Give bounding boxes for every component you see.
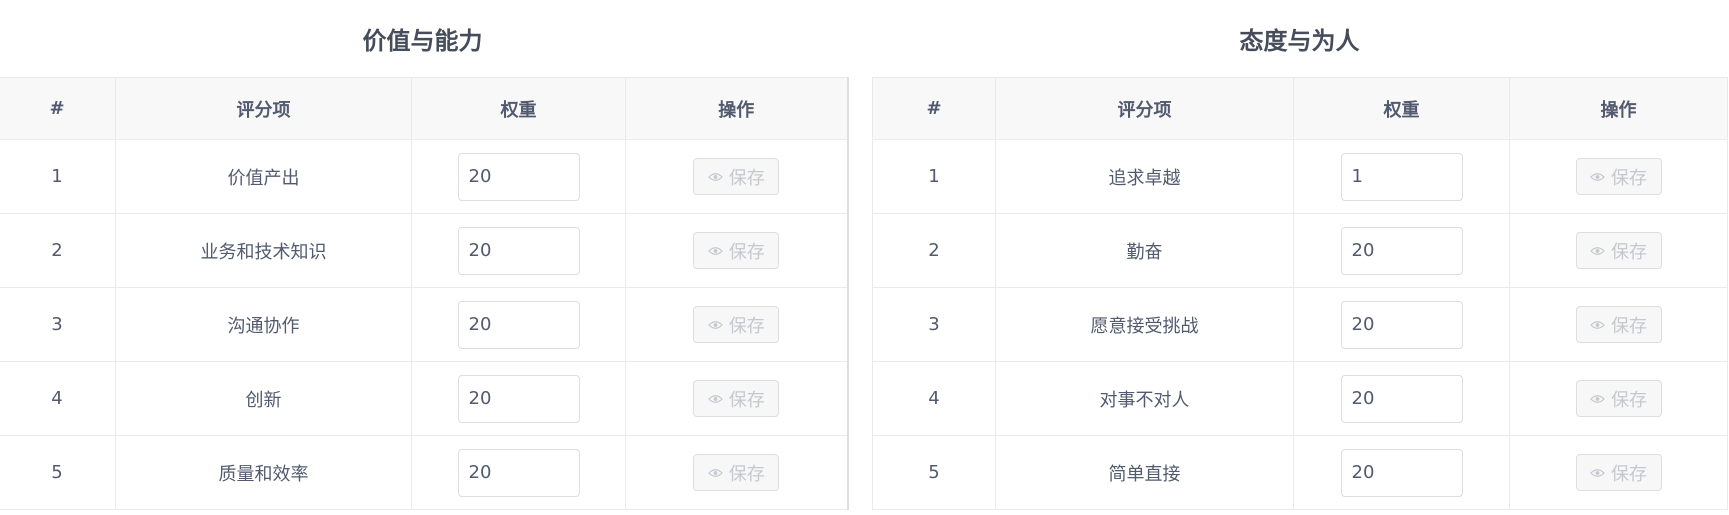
- column-header-index: #: [872, 77, 996, 140]
- save-button[interactable]: 保存: [693, 380, 780, 417]
- eye-icon: [1590, 246, 1605, 255]
- table-row: 4 对事不对人 保存: [872, 361, 1728, 436]
- weight-input[interactable]: [1340, 226, 1463, 275]
- row-item: 追求卓越: [995, 139, 1294, 214]
- weight-input[interactable]: [457, 374, 580, 423]
- row-index: 4: [872, 361, 996, 436]
- row-index: 1: [872, 139, 996, 214]
- row-item: 质量和效率: [115, 435, 412, 510]
- row-item: 业务和技术知识: [115, 213, 412, 288]
- table-row: 2 业务和技术知识 保存: [0, 213, 848, 288]
- save-button[interactable]: 保存: [693, 454, 780, 491]
- score-table: # 评分项 权重 操作 1 价值产出 保存 2 业务和技术知识 保存 3 沟通协…: [0, 77, 849, 510]
- row-index: 3: [0, 287, 116, 362]
- table-row: 5 质量和效率 保存: [0, 435, 848, 510]
- eye-icon: [1590, 320, 1605, 329]
- column-header-index: #: [0, 77, 116, 140]
- column-header-item: 评分项: [115, 77, 412, 140]
- eye-icon: [707, 468, 723, 477]
- save-button-label: 保存: [728, 389, 765, 411]
- save-button[interactable]: 保存: [1575, 380, 1662, 417]
- table-row: 1 追求卓越 保存: [872, 139, 1728, 214]
- save-button[interactable]: 保存: [1575, 306, 1662, 343]
- weight-input[interactable]: [457, 152, 580, 201]
- eye-icon: [1590, 468, 1605, 477]
- save-button-label: 保存: [1611, 241, 1647, 263]
- eye-icon: [707, 394, 723, 403]
- save-button-label: 保存: [1611, 389, 1647, 411]
- save-button[interactable]: 保存: [1575, 232, 1662, 269]
- weight-input[interactable]: [457, 448, 580, 497]
- score-table: # 评分项 权重 操作 1 追求卓越 保存 2 勤奋 保存 3 愿意接受挑战: [872, 77, 1728, 510]
- weight-input[interactable]: [1340, 300, 1463, 349]
- column-header-weight: 权重: [411, 77, 626, 140]
- row-index: 2: [0, 213, 116, 288]
- table-header-row: # 评分项 权重 操作: [872, 77, 1728, 140]
- panel-title: 价值与能力: [362, 27, 483, 55]
- row-item: 愿意接受挑战: [995, 287, 1294, 362]
- save-button-label: 保存: [1611, 315, 1647, 337]
- table-row: 3 愿意接受挑战 保存: [872, 287, 1728, 362]
- eye-icon: [1590, 172, 1605, 181]
- row-index: 3: [872, 287, 996, 362]
- row-index: 5: [872, 435, 996, 510]
- table-row: 4 创新 保存: [0, 361, 848, 436]
- eye-icon: [1590, 394, 1605, 403]
- save-button-label: 保存: [1611, 463, 1647, 485]
- row-index: 2: [872, 213, 996, 288]
- row-item: 对事不对人: [995, 361, 1294, 436]
- table-header-row: # 评分项 权重 操作: [0, 77, 848, 140]
- row-item: 价值产出: [115, 139, 412, 214]
- column-header-action: 操作: [625, 77, 848, 140]
- column-header-action: 操作: [1509, 77, 1728, 140]
- row-index: 5: [0, 435, 116, 510]
- save-button[interactable]: 保存: [1575, 454, 1662, 491]
- row-item: 创新: [115, 361, 412, 436]
- table-row: 2 勤奋 保存: [872, 213, 1728, 288]
- save-button-label: 保存: [728, 167, 765, 189]
- save-button-label: 保存: [1611, 167, 1647, 189]
- row-index: 1: [0, 139, 116, 214]
- weight-input[interactable]: [1340, 448, 1463, 497]
- weight-input[interactable]: [457, 226, 580, 275]
- row-index: 4: [0, 361, 116, 436]
- panel-title: 态度与为人: [1239, 27, 1360, 55]
- save-button[interactable]: 保存: [693, 158, 780, 195]
- table-row: 5 简单直接 保存: [872, 435, 1728, 510]
- column-header-item: 评分项: [995, 77, 1294, 140]
- eye-icon: [707, 246, 723, 255]
- weight-input[interactable]: [1340, 152, 1463, 201]
- column-header-weight: 权重: [1293, 77, 1510, 140]
- row-item: 简单直接: [995, 435, 1294, 510]
- eye-icon: [707, 172, 723, 181]
- table-row: 3 沟通协作 保存: [0, 287, 848, 362]
- save-button-label: 保存: [728, 315, 765, 337]
- row-item: 沟通协作: [115, 287, 412, 362]
- table-row: 1 价值产出 保存: [0, 139, 848, 214]
- save-button[interactable]: 保存: [693, 306, 780, 343]
- save-button[interactable]: 保存: [1575, 158, 1662, 195]
- save-button[interactable]: 保存: [693, 232, 780, 269]
- weight-input[interactable]: [457, 300, 580, 349]
- row-item: 勤奋: [995, 213, 1294, 288]
- save-button-label: 保存: [728, 241, 765, 263]
- weight-input[interactable]: [1340, 374, 1463, 423]
- eye-icon: [707, 320, 723, 329]
- save-button-label: 保存: [728, 463, 765, 485]
